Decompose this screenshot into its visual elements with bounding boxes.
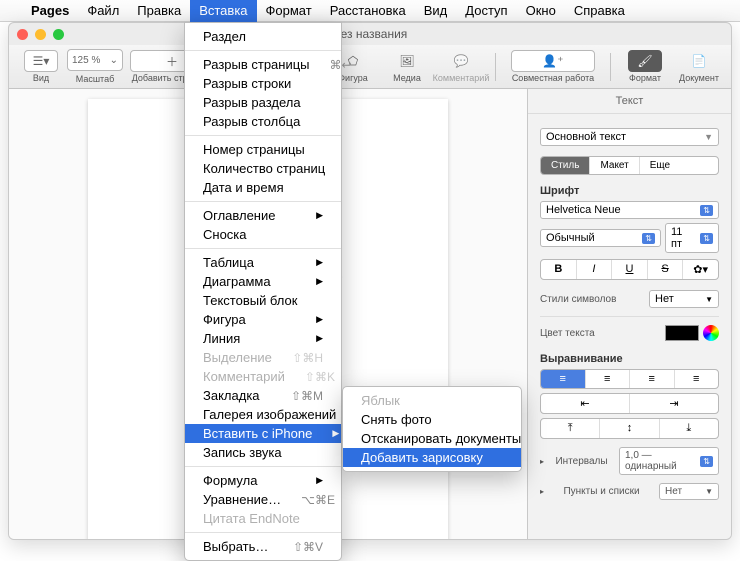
menu-edit[interactable]: Правка (128, 0, 190, 22)
menu-item[interactable]: Линия▶ (185, 329, 341, 348)
align-label: Выравнивание (540, 353, 719, 365)
font-label: Шрифт (540, 185, 719, 197)
app-menu[interactable]: Pages (22, 0, 78, 22)
menu-item[interactable]: Запись звука (185, 443, 341, 462)
font-family[interactable]: Helvetica Neue⇅ (540, 201, 719, 219)
insert-menu: РазделРазрыв страницы⌘↩Разрыв строкиРазр… (184, 22, 342, 561)
menu-item[interactable]: Вставить с iPhone▶ (185, 424, 341, 443)
iphone-submenu: ЯблыкСнять фотоОтсканировать документыДо… (342, 386, 522, 472)
menu-item[interactable]: Номер страницы (185, 140, 341, 159)
menu-item[interactable]: Закладка⇧⌘M (185, 386, 341, 405)
font-size[interactable]: 11 пт⇅ (665, 223, 719, 253)
menu-item[interactable]: Уравнение…⌥⌘E (185, 490, 341, 509)
view-button[interactable]: ☰▾Вид (17, 50, 65, 83)
menu-item[interactable]: Разрыв раздела (185, 93, 341, 112)
char-styles[interactable]: Нет▼ (649, 290, 719, 308)
menu-view[interactable]: Вид (415, 0, 457, 22)
menu-insert[interactable]: Вставка (190, 0, 256, 22)
align-justify[interactable]: ≡ (675, 370, 719, 388)
tab-layout[interactable]: Макет (590, 157, 639, 174)
sidebar-header: Текст (528, 89, 731, 114)
menu-item[interactable]: Разрыв страницы⌘↩ (185, 55, 341, 74)
valign-mid[interactable]: ↕ (600, 419, 659, 438)
submenu-item: Яблык (343, 391, 521, 410)
menu-item[interactable]: Оглавление▶ (185, 206, 341, 225)
inspector-tabs[interactable]: Стиль Макет Еще (540, 156, 719, 175)
menu-item[interactable]: Раздел (185, 27, 341, 46)
format-button[interactable]: 🖌Формат (621, 50, 669, 83)
menu-item[interactable]: Разрыв строки (185, 74, 341, 93)
lists-disclosure[interactable]: Пункты и списки Нет▼ (540, 483, 719, 500)
advanced-button[interactable]: ✿▾ (683, 260, 718, 279)
menu-item[interactable]: Разрыв столбца (185, 112, 341, 131)
color-picker[interactable] (703, 325, 719, 341)
document-button[interactable]: 📄Документ (675, 50, 723, 83)
menu-item[interactable]: Сноска (185, 225, 341, 244)
tab-more[interactable]: Еще (640, 157, 680, 174)
valign-bot[interactable]: ⤓ (660, 419, 718, 438)
indent[interactable]: ⇥ (630, 394, 718, 413)
media-button[interactable]: 🖼Медиа (383, 50, 431, 83)
menu-item[interactable]: Количество страниц (185, 159, 341, 178)
menu-item[interactable]: Галерея изображений (185, 405, 341, 424)
inspector-sidebar: Текст Основной текст▼ Стиль Макет Еще Шр… (527, 89, 731, 539)
align-buttons: ≡ ≡ ≡ ≡ (540, 369, 719, 389)
comment-button[interactable]: 💬Комментарий (437, 50, 485, 83)
strike-button[interactable]: S (648, 260, 684, 279)
menu-arrange[interactable]: Расстановка (321, 0, 415, 22)
text-color[interactable] (665, 325, 699, 341)
indent-buttons: ⇤ ⇥ (540, 393, 719, 414)
menu-item: Комментарий⇧⌘K (185, 367, 341, 386)
font-weight[interactable]: Обычный⇅ (540, 229, 661, 247)
submenu-item[interactable]: Снять фото (343, 410, 521, 429)
menu-item: Цитата EndNote (185, 509, 341, 528)
menu-window[interactable]: Окно (517, 0, 565, 22)
toolbar: ☰▾Вид 125 %⌄Масштаб ＋Добавить страницу 📝… (9, 45, 731, 89)
paragraph-style[interactable]: Основной текст▼ (540, 128, 719, 146)
collab-button[interactable]: 👤⁺Совместная работа (506, 50, 600, 83)
menu-item[interactable]: Формула▶ (185, 471, 341, 490)
menu-item[interactable]: Дата и время (185, 178, 341, 197)
window-title: Без названия (9, 27, 731, 41)
align-center[interactable]: ≡ (586, 370, 631, 388)
titlebar: Без названия (9, 23, 731, 45)
menu-help[interactable]: Справка (565, 0, 634, 22)
submenu-item[interactable]: Добавить зарисовку (343, 448, 521, 467)
menu-item: Выделение⇧⌘H (185, 348, 341, 367)
tab-style[interactable]: Стиль (541, 157, 590, 174)
text-style-buttons: B I U S ✿▾ (540, 259, 719, 280)
align-right[interactable]: ≡ (630, 370, 675, 388)
bold-button[interactable]: B (541, 260, 577, 279)
align-left[interactable]: ≡ (541, 370, 586, 388)
valign-buttons: ⤒ ↕ ⤓ (540, 418, 719, 439)
spacing-disclosure[interactable]: Интервалы 1,0 — одинарный⇅ (540, 447, 719, 475)
menubar: Pages Файл Правка Вставка Формат Расстан… (0, 0, 740, 22)
menu-format[interactable]: Формат (257, 0, 321, 22)
zoom-select[interactable]: 125 %⌄Масштаб (71, 49, 119, 84)
italic-button[interactable]: I (577, 260, 613, 279)
menu-file[interactable]: Файл (78, 0, 128, 22)
submenu-item[interactable]: Отсканировать документы (343, 429, 521, 448)
menu-item[interactable]: Диаграмма▶ (185, 272, 341, 291)
menu-share[interactable]: Доступ (456, 0, 516, 22)
outdent[interactable]: ⇤ (541, 394, 630, 413)
menu-item[interactable]: Таблица▶ (185, 253, 341, 272)
underline-button[interactable]: U (612, 260, 648, 279)
menu-item[interactable]: Текстовый блок (185, 291, 341, 310)
menu-item[interactable]: Фигура▶ (185, 310, 341, 329)
valign-top[interactable]: ⤒ (541, 419, 600, 438)
